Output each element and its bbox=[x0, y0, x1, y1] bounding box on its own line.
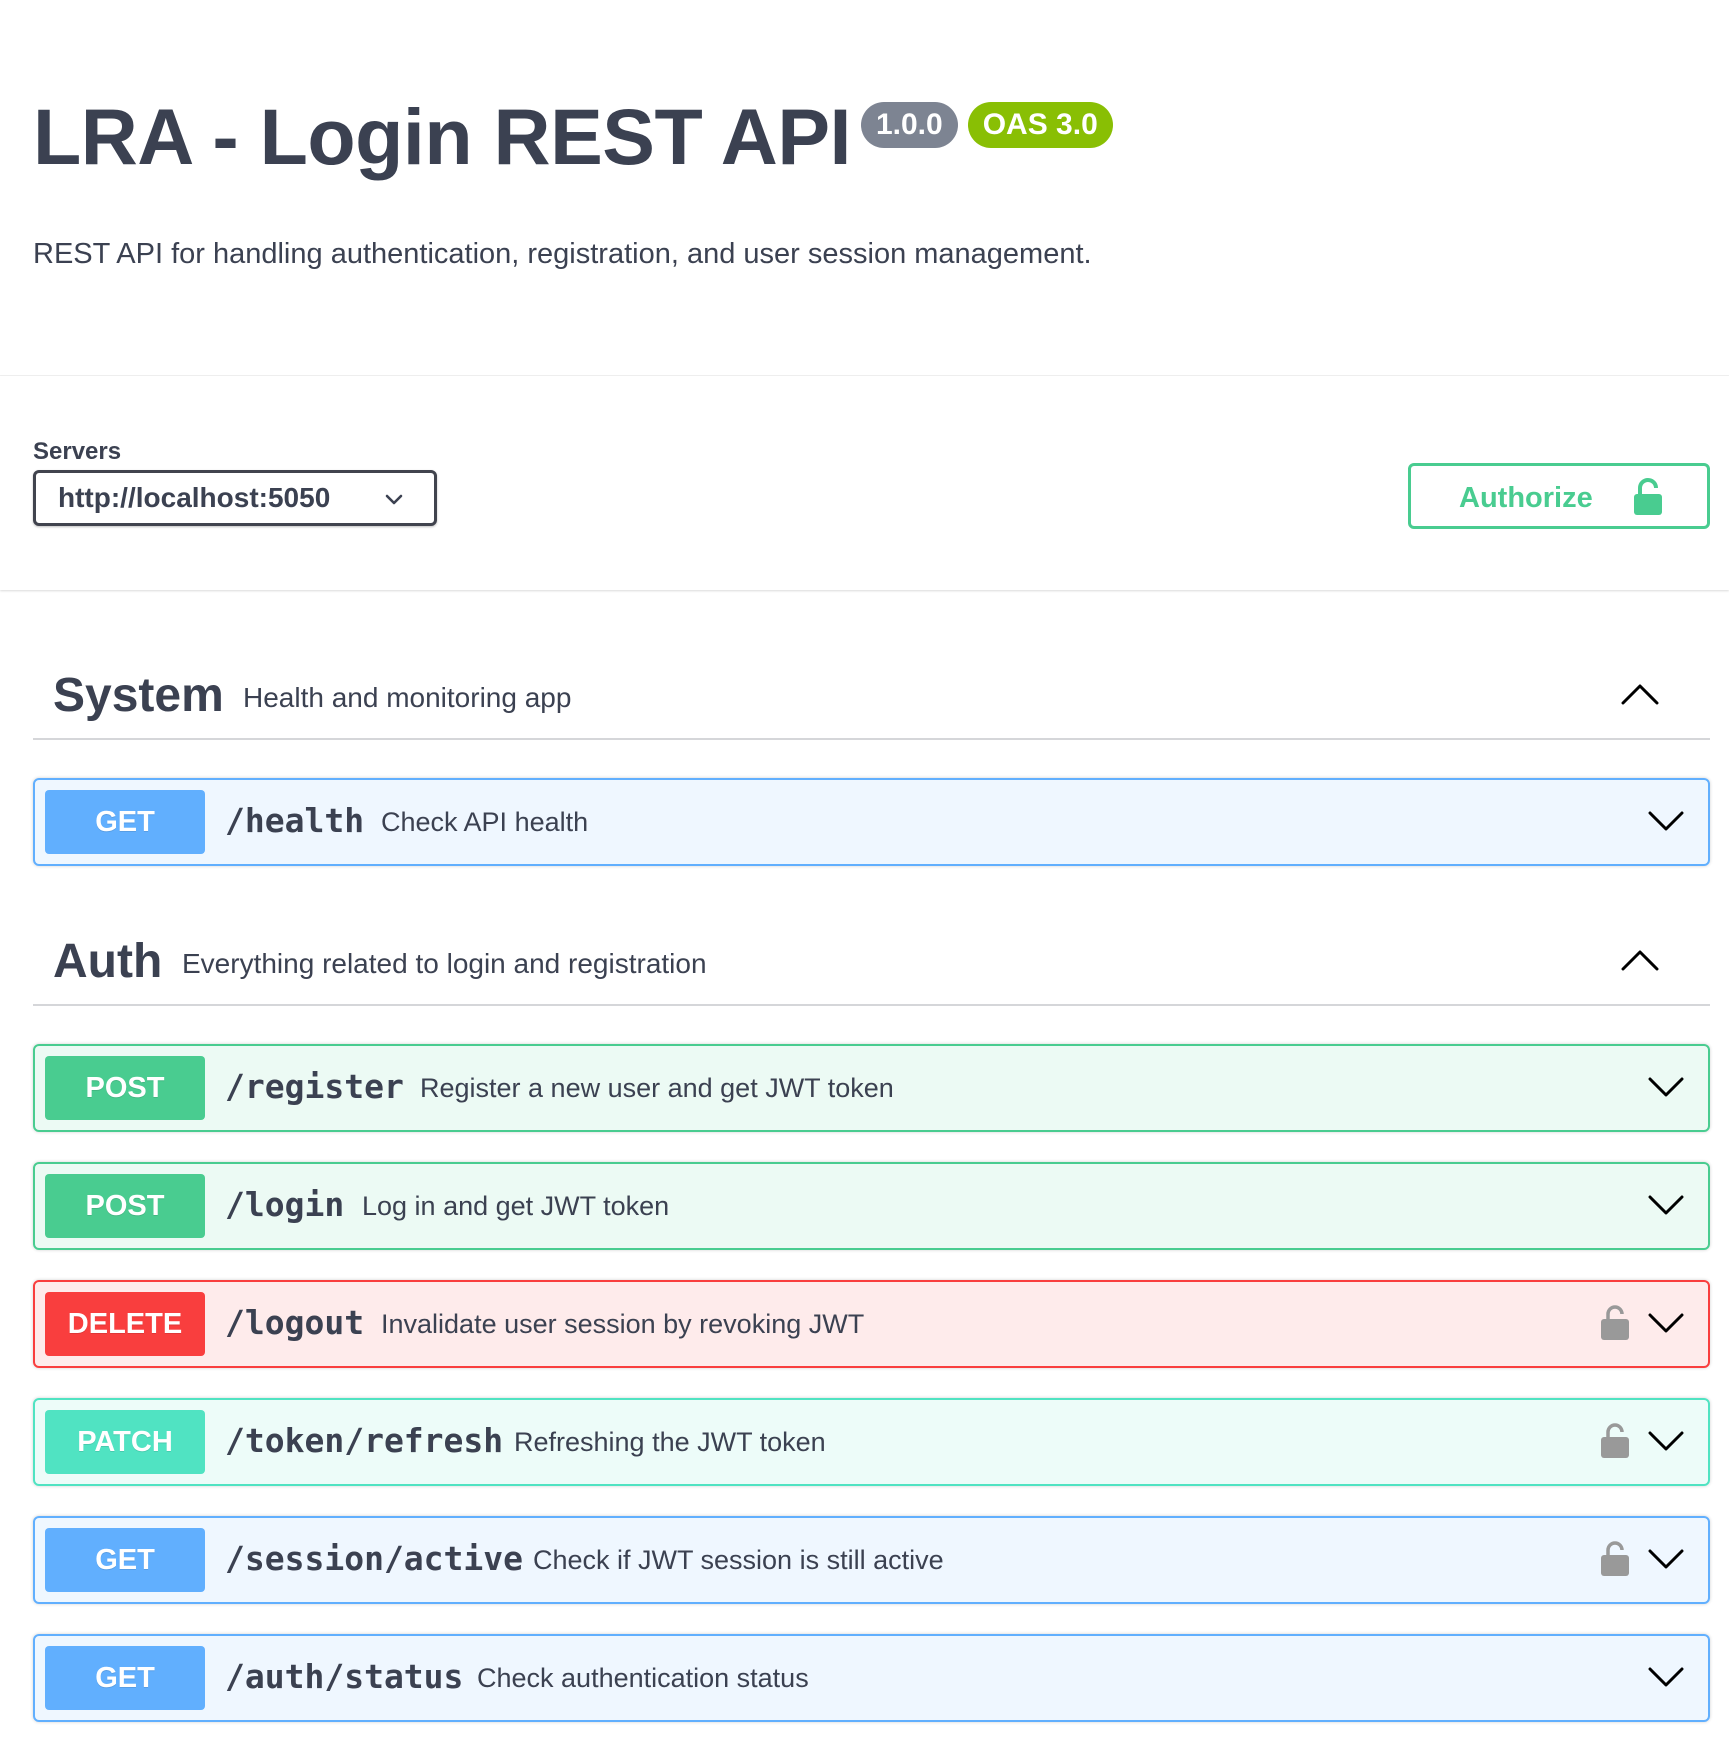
servers-selected-value: http://localhost:5050 bbox=[58, 482, 331, 513]
method-badge: GET bbox=[45, 1528, 205, 1592]
servers-label: Servers bbox=[33, 438, 122, 465]
operation-patch-token-refresh[interactable]: PATCH /token/refresh Refreshing the JWT … bbox=[33, 1398, 1710, 1486]
chevron-down-icon[interactable] bbox=[1648, 1194, 1684, 1216]
chevron-down-icon[interactable] bbox=[1648, 1430, 1684, 1452]
operation-post-login[interactable]: POST /login Log in and get JWT token bbox=[33, 1162, 1710, 1250]
unlocked-padlock-icon bbox=[1634, 478, 1662, 515]
operation-summary: Check API health bbox=[381, 807, 589, 837]
operation-get-auth-status[interactable]: GET /auth/status Check authentication st… bbox=[33, 1634, 1710, 1722]
lock-icon[interactable] bbox=[1600, 1303, 1630, 1341]
servers-select[interactable]: http://localhost:5050 bbox=[33, 470, 437, 526]
chevron-down-icon bbox=[385, 494, 403, 505]
operation-summary: Invalidate user session by revoking JWT bbox=[381, 1309, 865, 1339]
api-title: LRA - Login REST API bbox=[33, 92, 851, 181]
lock-icon[interactable] bbox=[1600, 1421, 1630, 1459]
method-badge: POST bbox=[45, 1174, 205, 1238]
operation-summary: Check authentication status bbox=[477, 1663, 809, 1693]
method-badge: GET bbox=[45, 1646, 205, 1710]
api-description: REST API for handling authentication, re… bbox=[33, 238, 1092, 270]
operation-path: /token/refresh bbox=[225, 1421, 504, 1460]
chevron-down-icon[interactable] bbox=[1648, 1076, 1684, 1098]
method-badge: POST bbox=[45, 1056, 205, 1120]
operation-path: /health bbox=[225, 801, 365, 840]
chevron-down-icon[interactable] bbox=[1648, 1548, 1684, 1570]
version-badge: 1.0.0 bbox=[860, 102, 958, 148]
method-badge: GET bbox=[45, 790, 205, 854]
authorize-label: Authorize bbox=[1459, 482, 1593, 514]
operation-path: /auth/status bbox=[225, 1657, 464, 1696]
operation-get-session-active[interactable]: GET /session/active Check if JWT session… bbox=[33, 1516, 1710, 1604]
tag-description: Everything related to login and registra… bbox=[182, 948, 707, 979]
operation-post-register[interactable]: POST /register Register a new user and g… bbox=[33, 1044, 1710, 1132]
operation-summary: Log in and get JWT token bbox=[362, 1191, 670, 1221]
operation-path: /session/active bbox=[225, 1539, 524, 1578]
authorize-button[interactable]: Authorize bbox=[1408, 463, 1710, 529]
tag-description: Health and monitoring app bbox=[243, 682, 572, 713]
oas-version-badge: OAS 3.0 bbox=[967, 102, 1113, 148]
tag-name: System bbox=[53, 669, 224, 722]
operation-summary: Check if JWT session is still active bbox=[533, 1545, 944, 1575]
tag-name: Auth bbox=[53, 935, 163, 988]
method-badge: PATCH bbox=[45, 1410, 205, 1474]
operation-path: /register bbox=[225, 1067, 404, 1106]
operation-summary: Register a new user and get JWT token bbox=[420, 1073, 894, 1103]
chevron-down-icon[interactable] bbox=[1648, 1312, 1684, 1334]
operation-path: /logout bbox=[225, 1303, 365, 1342]
title-row: LRA - Login REST API 1.0.0 OAS 3.0 bbox=[33, 92, 1113, 182]
chevron-up-icon[interactable] bbox=[1620, 682, 1660, 706]
lock-icon[interactable] bbox=[1600, 1539, 1630, 1577]
tag-header-system[interactable]: System Health and monitoring app bbox=[33, 648, 1710, 740]
operation-summary: Refreshing the JWT token bbox=[514, 1427, 826, 1457]
operation-path: /login bbox=[225, 1185, 345, 1224]
operation-delete-logout[interactable]: DELETE /logout Invalidate user session b… bbox=[33, 1280, 1710, 1368]
operation-get-health[interactable]: GET /health Check API health bbox=[33, 778, 1710, 866]
chevron-up-icon[interactable] bbox=[1620, 948, 1660, 972]
tag-header-auth[interactable]: Auth Everything related to login and reg… bbox=[33, 914, 1710, 1006]
chevron-down-icon[interactable] bbox=[1648, 1666, 1684, 1688]
method-badge: DELETE bbox=[45, 1292, 205, 1356]
chevron-down-icon[interactable] bbox=[1648, 810, 1684, 832]
scheme-container: Servers http://localhost:5050 Authorize bbox=[0, 376, 1729, 590]
